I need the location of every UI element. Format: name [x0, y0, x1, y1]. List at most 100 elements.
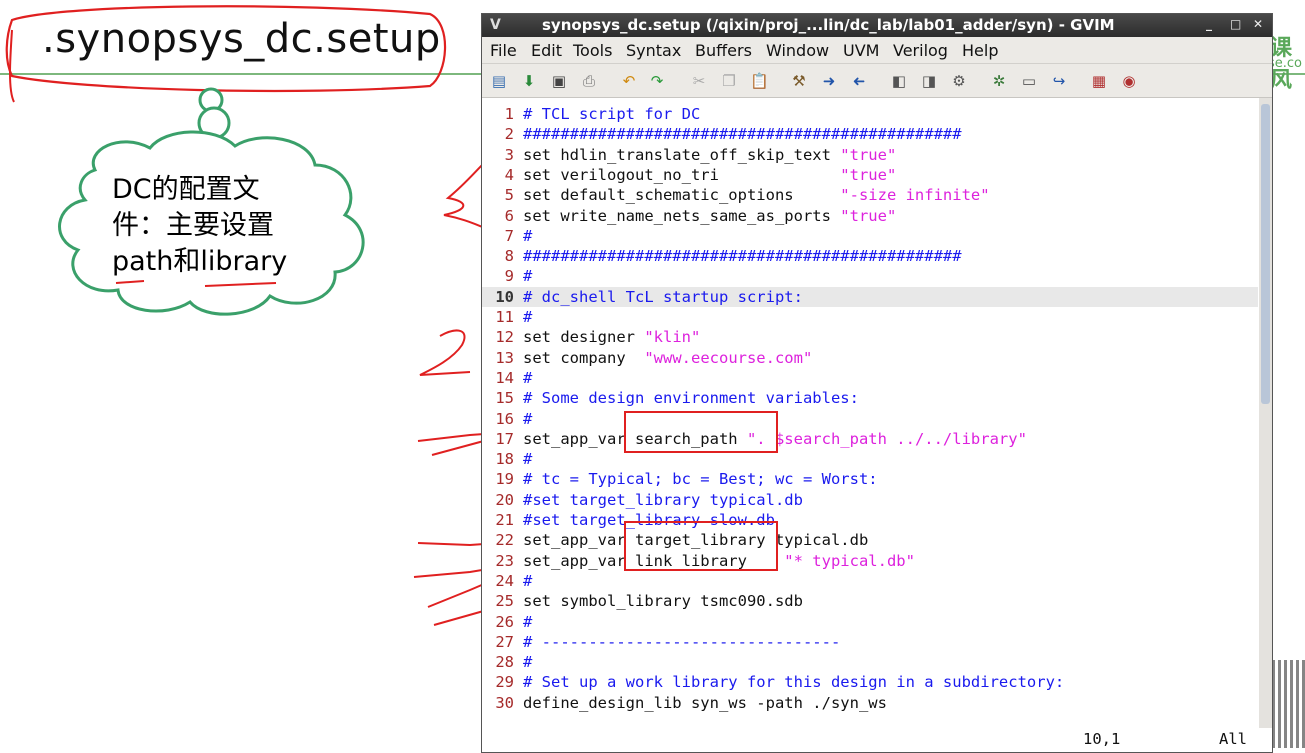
code-string: ". $search_path ../../library" [746, 429, 1027, 448]
code-line[interactable]: 20 #set target_library typical.db [482, 490, 1258, 510]
redo-icon[interactable]: ↷ [648, 72, 666, 90]
find-prev-icon[interactable]: ➜ [850, 72, 868, 90]
code-text: # Some design environment variables: [523, 389, 859, 408]
search-path-highlight [624, 411, 778, 453]
open-icon[interactable]: ▤ [490, 72, 508, 90]
menu-syntax[interactable]: Syntax [626, 41, 681, 60]
paste-icon[interactable]: 📋 [750, 72, 769, 90]
window-titlebar[interactable]: V synopsys_dc.setup (/qixin/proj_...lin/… [482, 14, 1272, 37]
code-line[interactable]: 30 define_design_lib syn_ws -path ./syn_w… [482, 693, 1258, 713]
code-text: # [523, 612, 533, 631]
code-line[interactable]: 11 # [482, 307, 1258, 327]
code-line[interactable]: 3 set hdlin_translate_off_skip_text "true… [482, 145, 1258, 165]
code-text: set verilogout_no_tri [523, 165, 841, 184]
menu-edit[interactable]: Edit [531, 41, 562, 60]
code-line[interactable]: 25 set symbol_library tsmc090.sdb [482, 591, 1258, 611]
code-text: ########################################… [523, 125, 962, 144]
code-text: # [523, 409, 533, 428]
menu-file[interactable]: File [490, 41, 517, 60]
code-line[interactable]: 24 # [482, 571, 1258, 591]
code-text: set write_name_nets_same_as_ports [523, 206, 841, 225]
code-line[interactable]: 13 set company "www.eecourse.com" [482, 348, 1258, 368]
close-button[interactable]: ✕ [1253, 17, 1263, 31]
line-number: 21 [495, 511, 514, 529]
editor-buffer[interactable]: 1 # TCL script for DC 2 ###################… [482, 98, 1258, 728]
line-code: # [523, 409, 532, 429]
code-line[interactable]: 21 #set target_library slow.db [482, 510, 1258, 530]
shell-icon[interactable]: ▭ [1020, 72, 1038, 90]
make-icon[interactable]: ✲ [990, 72, 1008, 90]
code-line[interactable]: 16 # [482, 409, 1258, 429]
print-icon[interactable]: ⎙ [580, 72, 598, 90]
minimize-button[interactable]: _ [1206, 17, 1212, 31]
run-script-icon[interactable]: ⚙ [950, 72, 968, 90]
code-line[interactable]: 18 # [482, 449, 1258, 469]
code-line[interactable]: 5 set default_schematic_options "-size in… [482, 185, 1258, 205]
save-icon[interactable]: ⬇ [520, 72, 538, 90]
code-line[interactable]: 19 # tc = Typical; bc = Best; wc = Worst: [482, 469, 1258, 489]
line-number: 4 [504, 165, 514, 184]
code-line[interactable]: 7 # [482, 226, 1258, 246]
line-number: 14 [495, 368, 514, 387]
code-line[interactable]: 29 # Set up a work library for this desig… [482, 672, 1258, 692]
menu-window[interactable]: Window [766, 41, 829, 60]
find-replace-icon[interactable]: ⚒ [790, 72, 808, 90]
code-line[interactable]: 15 # Some design environment variables: [482, 388, 1258, 408]
code-text: set symbol_library tsmc090.sdb [523, 592, 803, 611]
code-line[interactable]: 22 set_app_var target_library typical.db [482, 530, 1258, 550]
line-code: # [523, 368, 532, 388]
line-number: 17 [495, 429, 514, 448]
code-text: # tc = Typical; bc = Best; wc = Worst: [523, 470, 878, 489]
line-number: 2 [504, 125, 514, 144]
code-line[interactable]: 23 set_app_var link_library "* typical.db… [482, 551, 1258, 571]
vertical-scrollbar[interactable] [1259, 98, 1272, 728]
menu-buffers[interactable]: Buffers [695, 41, 752, 60]
line-number: 29 [495, 673, 514, 692]
note-line-1: DC的配置文 [112, 174, 260, 205]
help-icon[interactable]: ▦ [1090, 72, 1108, 90]
code-text: # [523, 450, 533, 469]
code-line[interactable]: 26 # [482, 612, 1258, 632]
code-line[interactable]: 6 set write_name_nets_same_as_ports "true… [482, 206, 1258, 226]
code-string: "true" [840, 165, 897, 184]
menu-tools[interactable]: Tools [573, 41, 612, 60]
code-string: "klin" [644, 328, 701, 347]
code-line[interactable]: 28 # [482, 652, 1258, 672]
code-line[interactable]: 9 # [482, 266, 1258, 286]
line-number: 6 [504, 206, 514, 225]
slide-title: .synopsys_dc.setup [42, 16, 441, 62]
note-line-2: 件：主要设置 [112, 210, 274, 241]
line-number: 13 [495, 348, 514, 367]
line-number: 8 [504, 247, 514, 266]
code-line[interactable]: 1 # TCL script for DC [482, 104, 1258, 124]
code-line[interactable]: 4 set verilogout_no_tri "true" [482, 165, 1258, 185]
jump-tag-icon[interactable]: ↪ [1050, 72, 1068, 90]
cut-icon[interactable]: ✂ [690, 72, 708, 90]
code-string: "-size infinite" [840, 186, 990, 205]
menu-help[interactable]: Help [962, 41, 998, 60]
line-code: # [523, 266, 532, 286]
code-line[interactable]: 12 set designer "klin" [482, 327, 1258, 347]
code-text: set default_schematic_options [523, 186, 841, 205]
load-session-icon[interactable]: ◧ [890, 72, 908, 90]
maximize-button[interactable]: □ [1230, 17, 1241, 31]
find-next-icon[interactable]: ➜ [820, 72, 838, 90]
menu-verilog[interactable]: Verilog [893, 41, 948, 60]
menu-uvm[interactable]: UVM [843, 41, 879, 60]
save-session-icon[interactable]: ◨ [920, 72, 938, 90]
code-line[interactable]: 17 set_app_var search_path ". $search_pat… [482, 429, 1258, 449]
scrollbar-thumb[interactable] [1261, 104, 1270, 404]
code-line[interactable]: 8 #######################################… [482, 246, 1258, 266]
find-help-icon[interactable]: ◉ [1120, 72, 1138, 90]
undo-icon[interactable]: ↶ [620, 72, 638, 90]
bubble-small [198, 87, 224, 113]
copy-icon[interactable]: ❐ [720, 72, 738, 90]
line-number: 15 [495, 389, 514, 408]
code-line[interactable]: 27 # -------------------------------- [482, 632, 1258, 652]
save-all-icon[interactable]: ▣ [550, 72, 568, 90]
line-code: # [523, 449, 532, 469]
code-line[interactable]: 2 #######################################… [482, 124, 1258, 144]
code-line[interactable]: 10 # dc_shell TcL startup script: [482, 286, 1258, 307]
code-line[interactable]: 14 # [482, 368, 1258, 388]
code-string: "* typical.db" [784, 551, 915, 570]
